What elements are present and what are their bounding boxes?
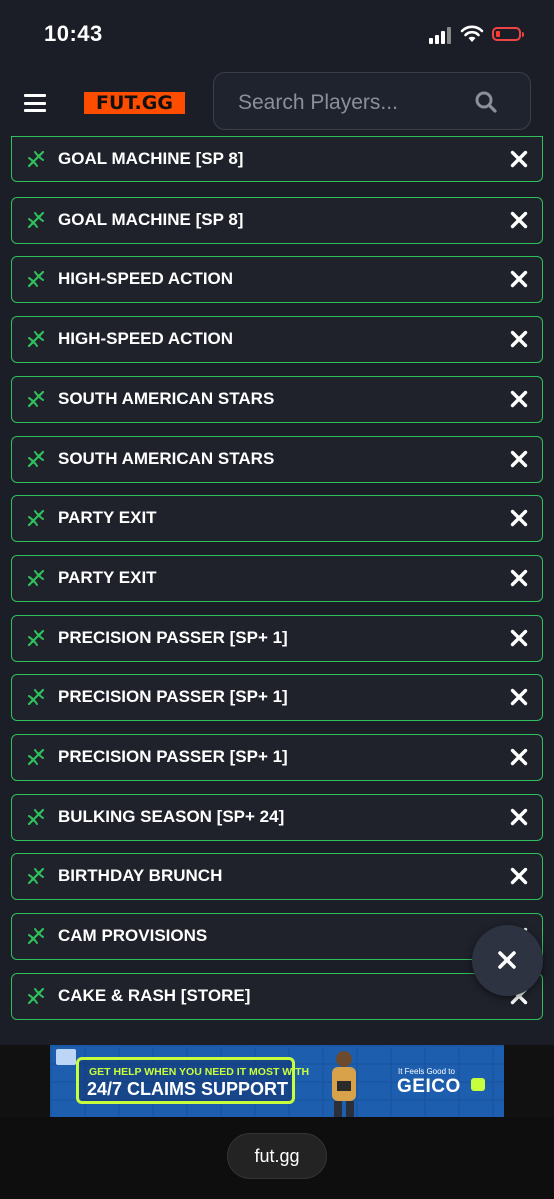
close-icon[interactable] — [510, 748, 528, 766]
dna-icon — [27, 270, 45, 288]
evolution-label: BIRTHDAY BRUNCH — [58, 866, 223, 885]
evolution-label: GOAL MACHINE [SP 8] — [58, 210, 244, 229]
floating-close-button[interactable] — [472, 925, 543, 996]
dna-icon — [27, 927, 45, 945]
dna-icon — [27, 330, 45, 348]
evolution-row[interactable]: BIRTHDAY BRUNCH — [11, 853, 543, 900]
evolution-label: BULKING SEASON [SP+ 24] — [58, 807, 285, 826]
evolution-row[interactable]: CAM PROVISIONS — [11, 913, 543, 960]
ad-person-image — [332, 1051, 356, 1117]
evolution-label: PRECISION PASSER [SP+ 1] — [58, 687, 288, 706]
close-icon[interactable] — [510, 688, 528, 706]
dna-icon — [27, 867, 45, 885]
wifi-icon — [460, 25, 484, 42]
evolution-label: PRECISION PASSER [SP+ 1] — [58, 747, 288, 766]
evolution-label: PARTY EXIT — [58, 568, 157, 587]
close-icon[interactable] — [510, 450, 528, 468]
dna-icon — [27, 748, 45, 766]
status-time: 10:43 — [44, 21, 103, 46]
evolution-label: CAKE & RASH [STORE] — [58, 986, 251, 1005]
close-icon[interactable] — [510, 330, 528, 348]
dna-icon — [27, 629, 45, 647]
ad-headline-box: GET HELP WHEN YOU NEED IT MOST WITH 24/7… — [76, 1057, 309, 1104]
close-icon[interactable] — [510, 150, 528, 168]
dna-icon — [27, 211, 45, 229]
search-input[interactable] — [236, 85, 470, 121]
evolution-label: HIGH-SPEED ACTION — [58, 269, 234, 288]
ad-line1: GET HELP WHEN YOU NEED IT MOST WITH — [89, 1066, 310, 1078]
browser-bottom-bar: fut.gg — [0, 1117, 554, 1199]
evolution-row[interactable]: PRECISION PASSER [SP+ 1] — [11, 734, 543, 781]
close-icon[interactable] — [510, 808, 528, 826]
close-icon[interactable] — [510, 629, 528, 647]
dna-icon — [27, 150, 45, 168]
close-icon[interactable] — [510, 509, 528, 527]
ad-line2: 24/7 CLAIMS SUPPORT — [87, 1079, 289, 1099]
evolution-label: CAM PROVISIONS — [58, 926, 208, 945]
ad-tagline: It Feels Good to — [398, 1067, 455, 1076]
evolution-label: PARTY EXIT — [58, 508, 157, 527]
evolution-row[interactable]: PRECISION PASSER [SP+ 1] — [11, 615, 543, 662]
evolution-row[interactable]: BULKING SEASON [SP+ 24] — [11, 794, 543, 841]
evolution-label: PRECISION PASSER [SP+ 1] — [58, 628, 288, 647]
site-header: FUT.GG — [0, 64, 554, 140]
search-icon[interactable] — [474, 90, 498, 114]
ad-brand: GEICO — [397, 1076, 461, 1097]
evolution-row[interactable]: PARTY EXIT — [11, 555, 543, 602]
evolution-row[interactable]: SOUTH AMERICAN STARS — [11, 376, 543, 423]
evolution-label: SOUTH AMERICAN STARS — [58, 389, 275, 408]
close-icon — [498, 951, 516, 969]
evolution-row[interactable]: PRECISION PASSER [SP+ 1] — [11, 674, 543, 721]
evolution-row[interactable]: GOAL MACHINE [SP 8] — [11, 136, 543, 182]
ad-banner[interactable]: GET HELP WHEN YOU NEED IT MOST WITH 24/7… — [50, 1045, 504, 1117]
evolution-row[interactable]: HIGH-SPEED ACTION — [11, 256, 543, 303]
evolution-row[interactable]: CAKE & RASH [STORE] — [11, 973, 543, 1020]
evolution-row[interactable]: GOAL MACHINE [SP 8] — [11, 197, 543, 244]
status-bar: 10:43 — [0, 0, 554, 64]
close-icon[interactable] — [510, 569, 528, 587]
battery-icon — [492, 27, 524, 41]
close-icon[interactable] — [510, 270, 528, 288]
dna-icon — [27, 688, 45, 706]
dna-icon — [27, 390, 45, 408]
evolution-row[interactable]: PARTY EXIT — [11, 495, 543, 542]
futgg-logo[interactable]: FUT.GG — [84, 92, 185, 114]
url-bar[interactable]: fut.gg — [227, 1133, 327, 1179]
dna-icon — [27, 569, 45, 587]
evolution-label: SOUTH AMERICAN STARS — [58, 449, 275, 468]
menu-icon[interactable] — [24, 94, 46, 112]
close-icon[interactable] — [510, 390, 528, 408]
car-icon — [471, 1078, 485, 1091]
dna-icon — [27, 509, 45, 527]
evolution-label: GOAL MACHINE [SP 8] — [58, 149, 244, 168]
evolution-label: HIGH-SPEED ACTION — [58, 329, 234, 348]
ad-choices-icon[interactable] — [56, 1049, 76, 1065]
evolution-row[interactable]: SOUTH AMERICAN STARS — [11, 436, 543, 483]
cellular-signal-icon — [429, 26, 455, 44]
close-icon[interactable] — [510, 211, 528, 229]
close-icon[interactable] — [510, 867, 528, 885]
dna-icon — [27, 987, 45, 1005]
search-box — [213, 72, 531, 130]
dna-icon — [27, 450, 45, 468]
evolution-row[interactable]: HIGH-SPEED ACTION — [11, 316, 543, 363]
dna-icon — [27, 808, 45, 826]
